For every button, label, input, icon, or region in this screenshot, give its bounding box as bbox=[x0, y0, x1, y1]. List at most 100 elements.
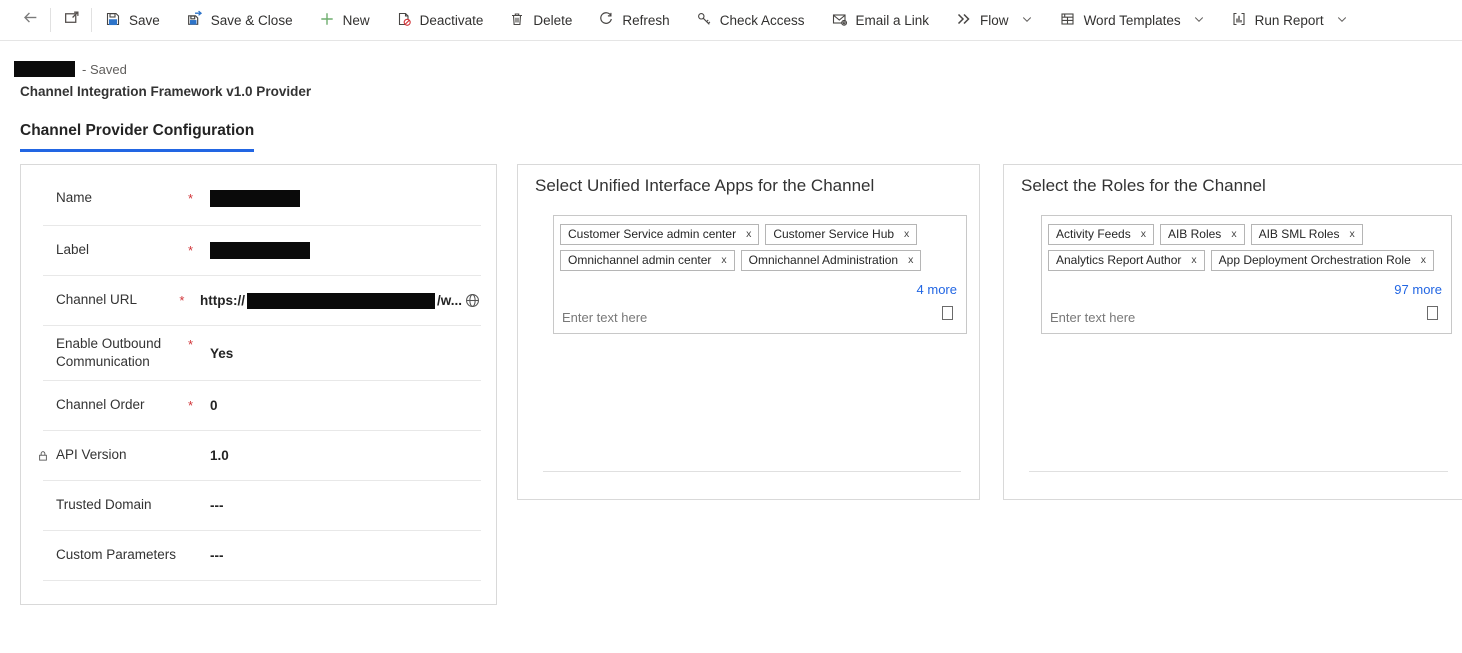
save-icon bbox=[105, 11, 121, 30]
required-asterisk: * bbox=[188, 337, 210, 352]
tag-remove-icon[interactable]: x bbox=[904, 227, 909, 242]
deactivate-button-label: Deactivate bbox=[420, 13, 484, 28]
role-tag[interactable]: Analytics Report Author x bbox=[1048, 250, 1205, 271]
redacted-value-box bbox=[210, 242, 310, 259]
panel-separator bbox=[1029, 471, 1448, 472]
app-tag-label: Omnichannel Administration bbox=[749, 253, 898, 268]
role-tag-label: Analytics Report Author bbox=[1056, 253, 1181, 268]
roles-panel-title: Select the Roles for the Channel bbox=[1021, 176, 1266, 196]
word-templates-icon bbox=[1059, 11, 1076, 30]
word-templates-button[interactable]: Word Templates bbox=[1046, 0, 1218, 40]
role-tag[interactable]: AIB Roles x bbox=[1160, 224, 1245, 245]
new-button-label: New bbox=[343, 13, 370, 28]
run-report-icon bbox=[1231, 11, 1247, 30]
field-value-trusted-domain[interactable]: --- bbox=[210, 498, 481, 513]
apps-text-placeholder[interactable]: Enter text here bbox=[562, 311, 647, 325]
field-value-channel-url[interactable]: https:// /w... bbox=[200, 292, 481, 309]
field-value-name[interactable] bbox=[210, 190, 481, 207]
flow-button-label: Flow bbox=[980, 13, 1009, 28]
apps-more-link[interactable]: 4 more bbox=[917, 283, 957, 297]
field-value-api-version: 1.0 bbox=[210, 448, 481, 463]
back-button[interactable] bbox=[10, 0, 50, 40]
tag-remove-icon[interactable]: x bbox=[1349, 227, 1354, 242]
redacted-value-box bbox=[247, 293, 435, 309]
tab-channel-provider-configuration[interactable]: Channel Provider Configuration bbox=[20, 122, 254, 152]
deactivate-button[interactable]: Deactivate bbox=[383, 0, 497, 40]
email-a-link-button[interactable]: Email a Link bbox=[818, 0, 943, 40]
save-and-close-button[interactable]: Save & Close bbox=[173, 0, 306, 40]
field-label-label: Label bbox=[43, 241, 188, 259]
field-row-enable-outbound-communication: Enable Outbound Communication * Yes bbox=[43, 326, 481, 381]
popout-icon bbox=[63, 9, 80, 31]
save-and-close-button-label: Save & Close bbox=[211, 13, 293, 28]
popout-button[interactable] bbox=[51, 0, 91, 40]
chevron-down-icon bbox=[1021, 13, 1033, 28]
app-tag-label: Customer Service Hub bbox=[773, 227, 894, 242]
required-asterisk: * bbox=[188, 398, 210, 413]
app-tag[interactable]: Customer Service Hub x bbox=[765, 224, 917, 245]
delete-icon bbox=[509, 11, 525, 30]
url-suffix-text: /w... bbox=[437, 293, 462, 308]
field-row-trusted-domain: Trusted Domain --- bbox=[43, 481, 481, 531]
roles-more-link[interactable]: 97 more bbox=[1394, 283, 1442, 297]
chevron-down-icon bbox=[1193, 13, 1205, 28]
save-status-text: - Saved bbox=[82, 62, 127, 77]
field-label-channel-order: Channel Order bbox=[43, 396, 188, 414]
channel-provider-form-card: Name * Label * Channel URL * https:// bbox=[20, 164, 497, 605]
refresh-icon bbox=[598, 11, 614, 30]
flow-button[interactable]: Flow bbox=[942, 0, 1046, 40]
tag-remove-icon[interactable]: x bbox=[908, 253, 913, 268]
run-report-button-label: Run Report bbox=[1255, 13, 1324, 28]
command-bar: Save Save & Close New Deactivate Delete bbox=[0, 0, 1462, 41]
apps-panel-title: Select Unified Interface Apps for the Ch… bbox=[535, 176, 874, 196]
app-tag-label: Customer Service admin center bbox=[568, 227, 736, 242]
field-label-name: Name bbox=[43, 189, 188, 207]
panel-separator bbox=[543, 471, 961, 472]
roles-text-placeholder[interactable]: Enter text here bbox=[1050, 311, 1135, 325]
box-glyph-icon[interactable] bbox=[942, 306, 953, 320]
tag-remove-icon[interactable]: x bbox=[1191, 253, 1196, 268]
role-tag[interactable]: Activity Feeds x bbox=[1048, 224, 1154, 245]
email-link-icon bbox=[831, 11, 848, 30]
apps-tag-input[interactable]: Customer Service admin center x Customer… bbox=[553, 215, 967, 334]
required-asterisk: * bbox=[188, 243, 210, 258]
field-value-custom-parameters[interactable]: --- bbox=[210, 548, 481, 563]
new-button[interactable]: New bbox=[306, 0, 383, 40]
check-access-button-label: Check Access bbox=[720, 13, 805, 28]
tag-remove-icon[interactable]: x bbox=[1231, 227, 1236, 242]
app-tag-label: Omnichannel admin center bbox=[568, 253, 711, 268]
tag-remove-icon[interactable]: x bbox=[1141, 227, 1146, 242]
field-row-channel-order: Channel Order * 0 bbox=[43, 381, 481, 431]
field-value-channel-order[interactable]: 0 bbox=[210, 398, 481, 413]
tag-remove-icon[interactable]: x bbox=[1421, 253, 1426, 268]
required-asterisk: * bbox=[179, 293, 200, 308]
roles-tag-input[interactable]: Activity Feeds x AIB Roles x AIB SML Rol… bbox=[1041, 215, 1452, 334]
unified-interface-apps-panel: Select Unified Interface Apps for the Ch… bbox=[517, 164, 980, 500]
role-tag-label: App Deployment Orchestration Role bbox=[1219, 253, 1411, 268]
field-value-label[interactable] bbox=[210, 242, 481, 259]
app-tag[interactable]: Customer Service admin center x bbox=[560, 224, 759, 245]
delete-button[interactable]: Delete bbox=[496, 0, 585, 40]
field-label-channel-url: Channel URL bbox=[43, 291, 179, 309]
tag-remove-icon[interactable]: x bbox=[746, 227, 751, 242]
globe-icon[interactable] bbox=[464, 292, 481, 309]
field-label-enable-outbound-communication: Enable Outbound Communication bbox=[43, 335, 188, 371]
box-glyph-icon[interactable] bbox=[1427, 306, 1438, 320]
role-tag[interactable]: App Deployment Orchestration Role x bbox=[1211, 250, 1434, 271]
chevron-down-icon bbox=[1336, 13, 1348, 28]
app-tag[interactable]: Omnichannel Administration x bbox=[741, 250, 922, 271]
field-value-enable-outbound-communication[interactable]: Yes bbox=[210, 346, 481, 361]
save-button[interactable]: Save bbox=[92, 0, 173, 40]
refresh-button[interactable]: Refresh bbox=[585, 0, 682, 40]
check-access-button[interactable]: Check Access bbox=[683, 0, 818, 40]
roles-panel: Select the Roles for the Channel Activit… bbox=[1003, 164, 1462, 500]
role-tag[interactable]: AIB SML Roles x bbox=[1251, 224, 1363, 245]
flow-icon bbox=[955, 11, 972, 30]
app-window: Save Save & Close New Deactivate Delete bbox=[0, 0, 1462, 653]
entity-type-label: Channel Integration Framework v1.0 Provi… bbox=[20, 84, 311, 99]
tag-remove-icon[interactable]: x bbox=[721, 253, 726, 268]
role-tag-label: AIB Roles bbox=[1168, 227, 1221, 242]
redacted-value-box bbox=[210, 190, 300, 207]
run-report-button[interactable]: Run Report bbox=[1218, 0, 1361, 40]
app-tag[interactable]: Omnichannel admin center x bbox=[560, 250, 735, 271]
